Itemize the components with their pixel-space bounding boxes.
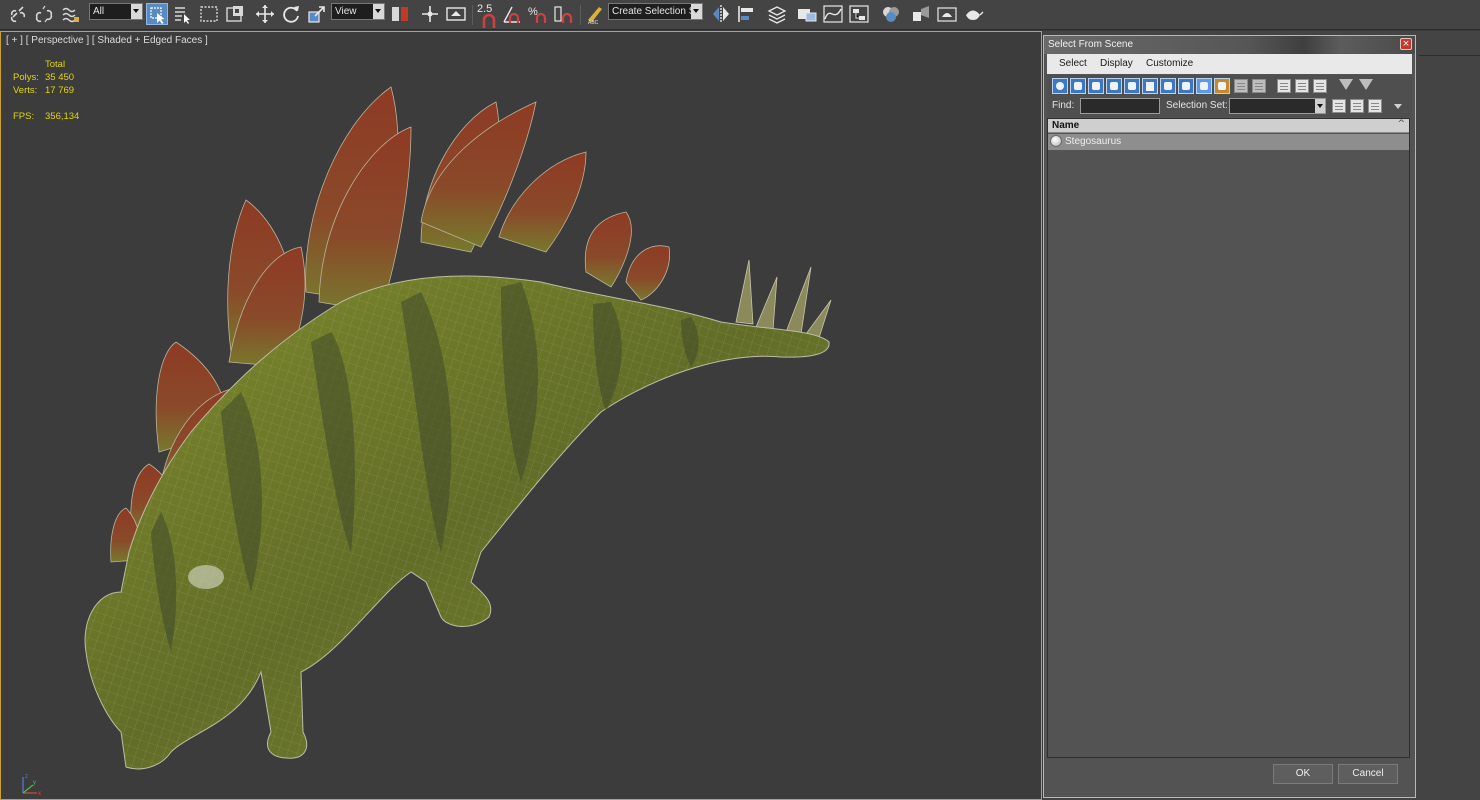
mirror-icon[interactable] — [710, 3, 732, 25]
scene-explorer-icon[interactable] — [796, 3, 818, 25]
remove-from-selection-set-icon[interactable] — [1368, 99, 1382, 113]
menu-display[interactable]: Display — [1100, 58, 1133, 69]
shapes-filter-icon[interactable] — [1070, 78, 1086, 94]
reference-coord-combo[interactable]: View — [331, 3, 385, 20]
perspective-viewport[interactable]: [ + ] [ Perspective ] [ Shaded + Edged F… — [0, 31, 1042, 800]
scale-icon[interactable] — [306, 3, 328, 25]
spacewarps-filter-icon[interactable] — [1142, 78, 1158, 94]
pivot-icon[interactable] — [389, 3, 411, 25]
close-button[interactable]: × — [1400, 38, 1412, 50]
rotate-icon[interactable] — [280, 3, 302, 25]
selection-set-label: Selection Set: — [1166, 100, 1228, 111]
toolbar-separator — [472, 5, 473, 25]
axis-z-label: z — [25, 774, 28, 780]
chevron-down-icon — [131, 4, 142, 19]
filter-icon[interactable] — [1339, 79, 1353, 90]
selection-set-combo[interactable] — [1229, 98, 1326, 114]
unlink-icon[interactable] — [33, 3, 55, 25]
render-setup-icon[interactable] — [910, 3, 932, 25]
main-toolbar: All View 2.5 % ABC Create Selection Se — [0, 0, 1480, 30]
dialog-title: Select From Scene — [1048, 39, 1134, 50]
chevron-down-icon — [691, 4, 702, 19]
toolbar-overflow-icon[interactable] — [1394, 104, 1402, 109]
align-icon[interactable] — [736, 3, 758, 25]
cancel-button[interactable]: Cancel — [1338, 764, 1398, 784]
select-by-name-icon[interactable] — [172, 3, 194, 25]
column-header[interactable]: Name ^ — [1048, 119, 1409, 133]
material-editor-icon[interactable] — [880, 3, 902, 25]
reference-coord-value: View — [335, 6, 357, 17]
column-name-label: Name — [1052, 120, 1080, 131]
specular-highlight — [188, 565, 224, 589]
display-invert-icon[interactable] — [1313, 79, 1327, 93]
max-window: All View 2.5 % ABC Create Selection Se [… — [0, 0, 1480, 800]
object-name: Stegosaurus — [1065, 136, 1122, 147]
named-selection-combo[interactable]: Create Selection Se — [608, 3, 703, 20]
find-label: Find: — [1052, 100, 1075, 111]
geometry-sphere-icon — [1050, 135, 1062, 147]
edit-named-selection-icon[interactable]: ABC — [584, 3, 606, 25]
ok-button[interactable]: OK — [1273, 764, 1333, 784]
lights-filter-icon[interactable] — [1088, 78, 1104, 94]
toolbar-separator — [580, 5, 581, 25]
named-selection-placeholder: Create Selection Se — [612, 6, 701, 17]
curve-editor-icon[interactable] — [822, 3, 844, 25]
menu-customize[interactable]: Customize — [1146, 58, 1193, 69]
schematic-view-icon[interactable] — [848, 3, 870, 25]
dialog-titlebar[interactable]: Select From Scene × — [1044, 36, 1415, 54]
frozen-filter-icon[interactable] — [1234, 79, 1248, 93]
svg-text:ABC: ABC — [588, 20, 599, 25]
selection-filter-value: All — [93, 6, 105, 17]
render-icon[interactable] — [962, 3, 984, 25]
select-object-icon[interactable] — [146, 3, 168, 25]
selection-filter-combo[interactable]: All — [89, 3, 143, 20]
move-icon[interactable] — [254, 3, 276, 25]
angle-snap-icon[interactable] — [501, 3, 523, 25]
cameras-filter-icon[interactable] — [1106, 78, 1122, 94]
chevron-down-icon — [373, 4, 384, 19]
scene-object-list[interactable]: Name ^ Stegosaurus — [1047, 118, 1410, 758]
layer-manager-icon[interactable] — [766, 3, 788, 25]
stegosaurus-model[interactable] — [1, 32, 1041, 799]
create-selection-set-icon[interactable] — [1332, 99, 1346, 113]
rect-region-icon[interactable] — [198, 3, 220, 25]
axis-tripod: z y x — [22, 774, 41, 797]
menu-select[interactable]: Select — [1059, 58, 1087, 69]
spinner-snap-icon[interactable] — [553, 3, 575, 25]
rendered-frame-icon[interactable] — [936, 3, 958, 25]
keyboard-shortcut-icon[interactable] — [445, 3, 467, 25]
xrefs-filter-icon[interactable] — [1178, 78, 1194, 94]
bones-filter-icon[interactable] — [1196, 78, 1212, 94]
helpers-filter-icon[interactable] — [1124, 78, 1140, 94]
groups-filter-icon[interactable] — [1160, 78, 1176, 94]
bind-spacewarp-icon[interactable] — [59, 3, 81, 25]
dialog-menubar: Select Display Customize — [1047, 54, 1412, 74]
containers-filter-icon[interactable] — [1214, 78, 1230, 94]
geometry-filter-icon[interactable] — [1052, 78, 1068, 94]
select-from-scene-dialog: Select From Scene × Select Display Custo… — [1043, 35, 1416, 798]
select-manipulate-icon[interactable] — [419, 3, 441, 25]
wireframe-overlay — [85, 276, 830, 769]
dialog-toolbar: Find: Selection Set: — [1047, 75, 1412, 117]
link-icon[interactable] — [7, 3, 29, 25]
add-to-selection-set-icon[interactable] — [1350, 99, 1364, 113]
chevron-down-icon — [1315, 99, 1325, 113]
list-item[interactable]: Stegosaurus — [1048, 134, 1409, 150]
display-all-icon[interactable] — [1277, 79, 1291, 93]
hidden-filter-icon[interactable] — [1252, 79, 1266, 93]
axis-y-label: y — [33, 780, 36, 786]
window-crossing-icon[interactable] — [224, 3, 246, 25]
find-input[interactable] — [1080, 98, 1160, 114]
percent-snap-icon[interactable]: % — [527, 3, 549, 25]
filter-options-icon[interactable] — [1359, 79, 1373, 90]
axis-x-label: x — [38, 791, 41, 797]
display-none-icon[interactable] — [1295, 79, 1309, 93]
sort-indicator-icon: ^ — [1397, 119, 1405, 129]
snaps-toggle-icon[interactable] — [478, 8, 500, 30]
